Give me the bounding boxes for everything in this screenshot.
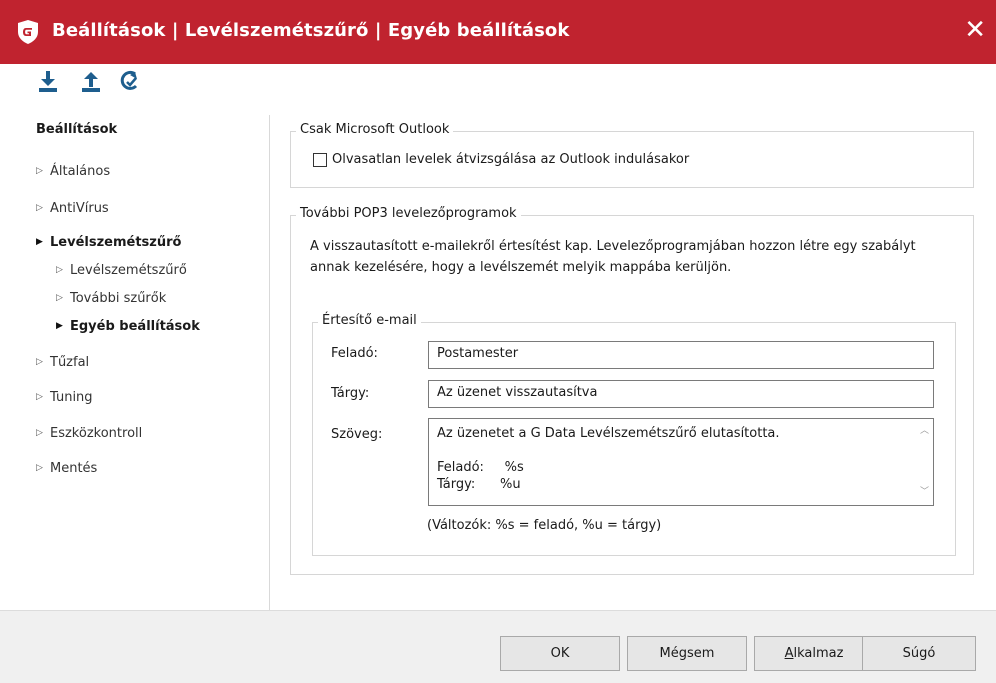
sidebar-item-label: Levélszemétszűrő (50, 234, 182, 250)
sidebar-item-label: További szűrők (70, 290, 167, 306)
notify-email-legend: Értesítő e-mail (318, 313, 421, 328)
body-label: Szöveg: (331, 427, 383, 442)
ok-button[interactable]: OK (500, 636, 620, 671)
expand-icon: ▷ (36, 463, 43, 473)
expand-icon: ▷ (36, 166, 43, 176)
sidebar-subitem-egyeb-beallitasok[interactable]: ▶ Egyéb beállítások (56, 316, 200, 336)
sidebar-item-label: Tűzfal (50, 354, 90, 370)
body-line: Tárgy: %u (437, 477, 521, 492)
apply-accesskey: A (784, 646, 794, 661)
cancel-button[interactable]: Mégsem (627, 636, 747, 671)
sidebar-item-label: Mentés (50, 460, 98, 476)
sidebar-item-label: Általános (50, 163, 111, 179)
toolbar (0, 64, 996, 100)
sidebar-item-tuzfal[interactable]: ▷ Tűzfal (36, 352, 89, 372)
sidebar-divider (269, 115, 270, 610)
sidebar-item-label: AntiVírus (50, 200, 109, 216)
close-icon[interactable]: ✕ (964, 16, 986, 44)
apply-label: lkalmaz (793, 646, 844, 661)
sidebar-item-mentes[interactable]: ▷ Mentés (36, 458, 97, 478)
sidebar-item-label: Egyéb beállítások (70, 318, 200, 334)
title-bar: Beállítások | Levélszemétszűrő | Egyéb b… (0, 0, 996, 64)
body-line (437, 442, 925, 459)
sidebar-item-label: Levélszemétszűrő (70, 262, 187, 278)
selected-icon: ▶ (56, 321, 63, 331)
variables-note: (Változók: %s = feladó, %u = tárgy) (427, 518, 662, 533)
body-textarea[interactable]: Az üzenetet a G Data Levélszemétszűrő el… (428, 418, 934, 506)
apply-button[interactable]: Alkalmaz (754, 636, 874, 671)
sidebar-item-altalanos[interactable]: ▷ Általános (36, 161, 110, 181)
checkbox-box[interactable] (313, 152, 327, 167)
expand-icon: ▷ (36, 203, 43, 213)
expand-icon: ▷ (56, 265, 63, 275)
body-line: Feladó: %s (437, 460, 524, 475)
gdata-logo-icon (18, 20, 38, 44)
sidebar-item-antivirus[interactable]: ▷ AntiVírus (36, 198, 109, 218)
sidebar-subitem-levelszemetszuro[interactable]: ▷ Levélszemétszűrő (56, 260, 187, 280)
expand-icon: ▷ (36, 428, 43, 438)
import-icon[interactable] (33, 66, 63, 96)
body-line: Az üzenetet a G Data Levélszemétszűrő el… (437, 426, 780, 441)
sender-label: Feladó: (331, 346, 378, 361)
help-button[interactable]: Súgó (862, 636, 976, 671)
expand-icon: ▷ (36, 357, 43, 367)
pop3-group-legend: További POP3 levelezőprogramok (296, 206, 521, 221)
sidebar-item-tuning[interactable]: ▷ Tuning (36, 387, 93, 407)
sidebar-item-levelszemetszuro[interactable]: ▶ Levélszemétszűrő (36, 232, 181, 252)
sender-input[interactable]: Postamester (428, 341, 934, 369)
collapse-icon: ▶ (36, 237, 43, 247)
export-icon[interactable] (76, 66, 106, 96)
sidebar-item-label: Tuning (50, 389, 93, 405)
outlook-group-legend: Csak Microsoft Outlook (296, 122, 454, 137)
outlook-scan-checkbox[interactable]: Olvasatlan levelek átvizsgálása az Outlo… (313, 152, 689, 167)
body-scrollbar[interactable]: ︿ ﹀ (916, 419, 933, 505)
subject-input[interactable]: Az üzenet visszautasítva (428, 380, 934, 408)
expand-icon: ▷ (56, 293, 63, 303)
sidebar-subitem-tovabbi-szurok[interactable]: ▷ További szűrők (56, 288, 166, 308)
checkbox-label: Olvasatlan levelek átvizsgálása az Outlo… (332, 152, 690, 167)
scroll-up-icon[interactable]: ︿ (916, 423, 933, 440)
scroll-down-icon[interactable]: ﹀ (916, 484, 933, 501)
reset-icon[interactable] (115, 66, 145, 96)
expand-icon: ▷ (36, 392, 43, 402)
window-title: Beállítások | Levélszemétszűrő | Egyéb b… (52, 20, 570, 41)
subject-label: Tárgy: (331, 386, 370, 401)
sidebar-heading: Beállítások (36, 122, 118, 137)
sidebar-item-eszkozkontroll[interactable]: ▷ Eszközkontroll (36, 423, 142, 443)
pop3-description: A visszautasított e-mailekről értesítést… (310, 239, 916, 275)
sidebar-item-label: Eszközkontroll (50, 425, 143, 441)
